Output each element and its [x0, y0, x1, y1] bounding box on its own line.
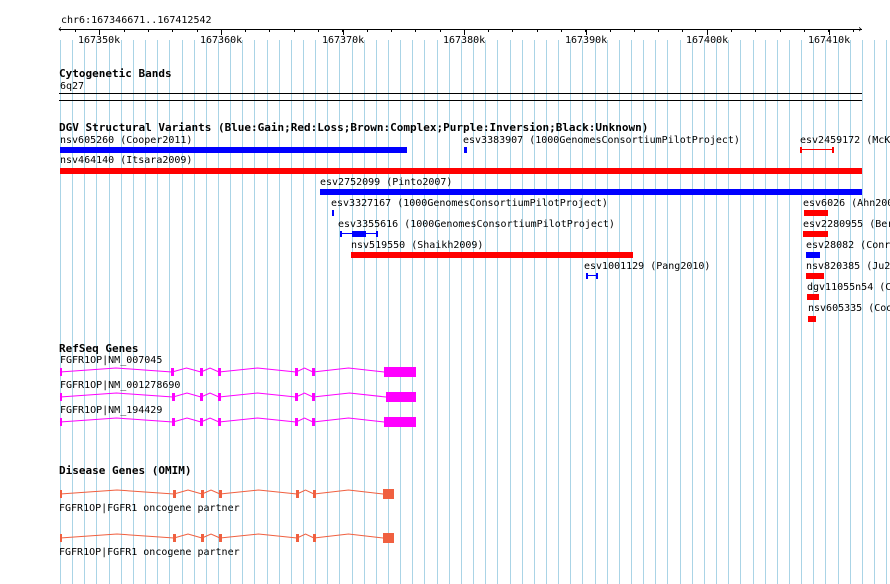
exon: [296, 534, 299, 542]
exon: [313, 534, 316, 542]
genome-browser-view: chr6:167346671..167412542 ‹ › 167350k 167…: [0, 0, 890, 584]
omim-gene-label[interactable]: FGFR1OP|FGFR1 oncogene partner: [59, 547, 240, 559]
exon: [219, 534, 222, 542]
exon: [60, 534, 62, 542]
exon: [173, 534, 176, 542]
omim-gene-model[interactable]: [0, 0, 890, 584]
exon: [383, 533, 394, 543]
exon: [201, 534, 204, 542]
